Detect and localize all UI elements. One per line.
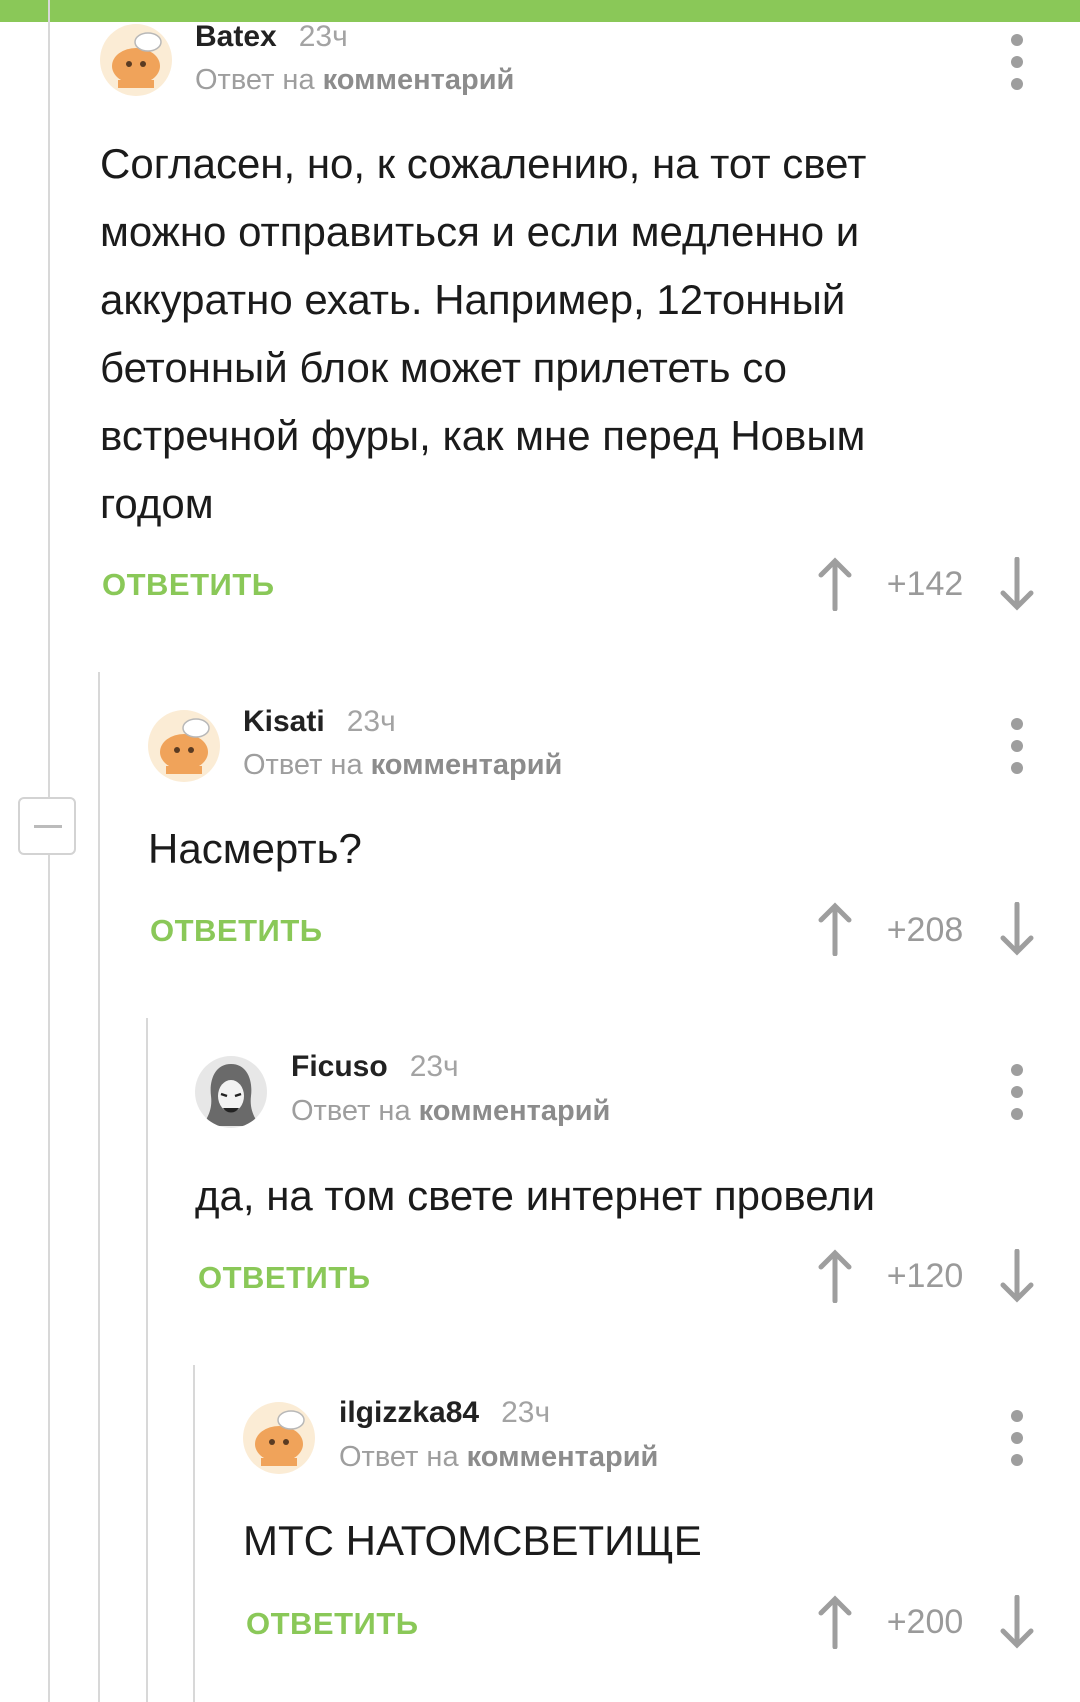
more-options-icon[interactable] [1004,1064,1030,1120]
reply-to-link[interactable]: Ответ на комментарий [195,64,514,97]
thread-line-level-4[interactable] [193,1365,195,1702]
reply-button[interactable]: ОТВЕТИТЬ [246,1606,419,1642]
reply-to-link[interactable]: Ответ на комментарий [339,1441,658,1474]
upvote-arrow-icon[interactable] [815,1595,855,1649]
comment-text: да, на том свете интернет провели [195,1172,876,1219]
more-options-icon[interactable] [1004,1410,1030,1466]
reply-button[interactable]: ОТВЕТИТЬ [102,567,275,603]
cat-avatar[interactable] [148,710,220,782]
comment-time: 23ч [346,705,396,738]
author-name[interactable]: Kisati 23ч [243,705,396,739]
reply-button[interactable]: ОТВЕТИТЬ [150,913,323,949]
thread-line-level-2[interactable] [98,672,100,1702]
comment-score: +200 [886,1603,964,1641]
downvote-arrow-icon[interactable] [997,902,1037,956]
comment-text: Насмерть? [148,825,362,872]
reply-to-link[interactable]: Ответ на комментарий [243,749,562,782]
downvote-arrow-icon[interactable] [997,1249,1037,1303]
comment-text: МТС НАТОМСВЕТИЩЕ [243,1517,702,1564]
author-name[interactable]: ilgizzka84 23ч [339,1396,550,1430]
cat-avatar[interactable] [100,24,172,96]
comment-text: Согласен, но, к сожалению, на тот свет м… [100,140,867,527]
author-name[interactable]: Batex 23ч [195,20,348,54]
top-accent-bar [0,0,1080,22]
more-options-icon[interactable] [1004,34,1030,90]
upvote-arrow-icon[interactable] [815,902,855,956]
reply-button[interactable]: ОТВЕТИТЬ [198,1260,371,1296]
cat-avatar[interactable] [243,1402,315,1474]
comment-time: 23ч [298,20,348,53]
comment-score: +208 [886,911,964,949]
reply-to-link[interactable]: Ответ на комментарий [291,1095,610,1128]
comment-time: 23ч [501,1396,551,1429]
hooded-figure-avatar[interactable] [195,1056,267,1128]
thread-line-level-3[interactable] [146,1018,148,1702]
author-name[interactable]: Ficuso 23ч [291,1050,459,1084]
upvote-arrow-icon[interactable] [815,1249,855,1303]
collapse-thread-button[interactable] [18,797,76,855]
comment-score: +120 [886,1257,964,1295]
comment-score: +142 [886,565,964,603]
comment-time: 23ч [409,1050,459,1083]
downvote-arrow-icon[interactable] [997,1595,1037,1649]
downvote-arrow-icon[interactable] [997,557,1037,611]
upvote-arrow-icon[interactable] [815,557,855,611]
more-options-icon[interactable] [1004,718,1030,774]
